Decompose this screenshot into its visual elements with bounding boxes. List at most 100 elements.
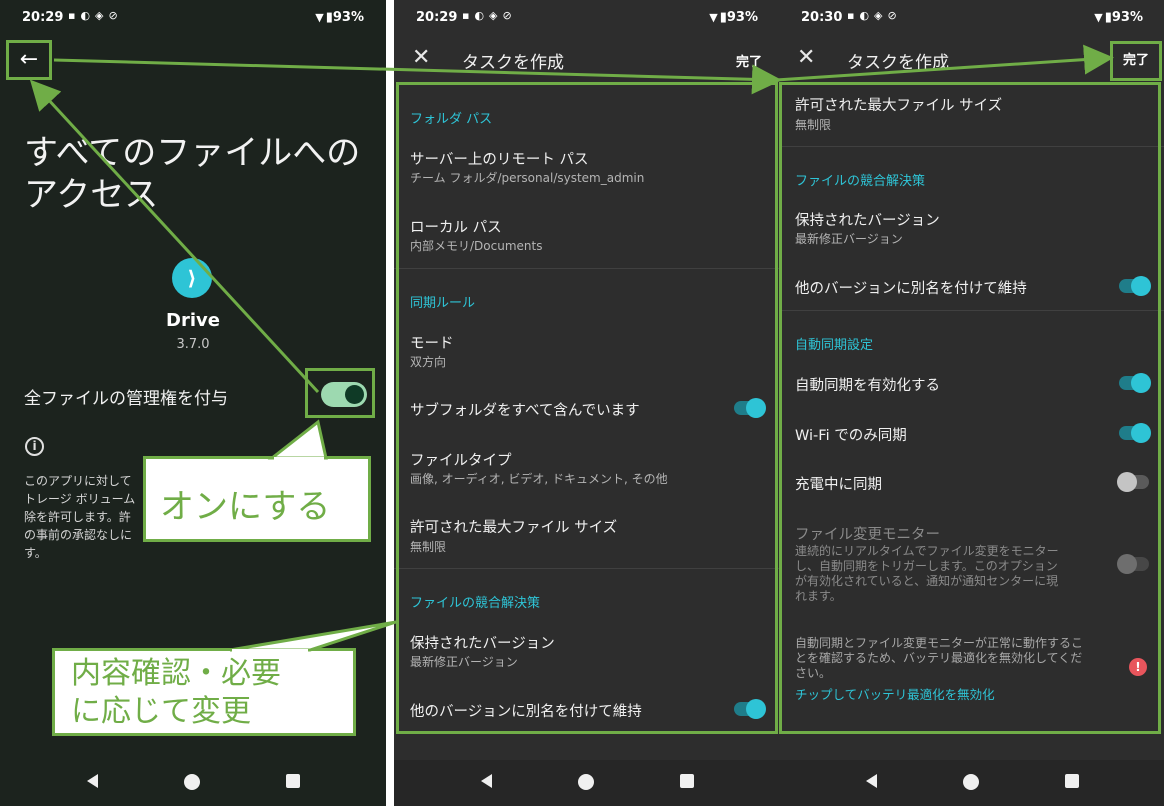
- status-right: ▼ ▮93%: [709, 10, 758, 25]
- status-right: ▼ ▮93%: [315, 10, 364, 25]
- max-size-title[interactable]: 許可された最大ファイル サイズ: [795, 94, 1002, 115]
- notification-icons: ▪◐◈⊘: [462, 9, 517, 22]
- wifi-icon: ▼: [1094, 11, 1103, 24]
- remote-path-value: チーム フォルダ/personal/system_admin: [410, 171, 645, 185]
- callout-check-line: に応じて変更: [71, 694, 251, 729]
- app-name: Drive: [166, 310, 220, 331]
- page-title: タスクを作成: [462, 53, 564, 73]
- max-size-title[interactable]: 許可された最大ファイル サイズ: [410, 516, 617, 537]
- file-type-value: 画像, オーディオ, ビデオ, ドキュメント, その他: [410, 472, 668, 486]
- monitor-desc-line: 連続的にリアルタイムでファイル変更をモニター: [795, 544, 1059, 558]
- mode-value: 双方向: [410, 355, 447, 369]
- description-line: トレージ ボリューム: [24, 492, 136, 506]
- monitor-desc-line: れます。: [795, 589, 842, 603]
- wifi-icon: ▼: [709, 11, 718, 24]
- section-conflict: ファイルの競合解決策: [795, 174, 926, 189]
- kept-version-title[interactable]: 保持されたバージョン: [410, 632, 555, 653]
- battery-note-line: さい。: [795, 666, 832, 680]
- grant-access-toggle[interactable]: [321, 382, 367, 407]
- description-line: す。: [24, 546, 47, 560]
- nav-home-icon[interactable]: [578, 774, 594, 790]
- status-bar: 20:30 ▪◐◈⊘ ▼ ▮93%: [779, 0, 1164, 34]
- section-auto-sync: 自動同期設定: [795, 338, 874, 353]
- remote-path-title[interactable]: サーバー上のリモート パス: [410, 148, 588, 169]
- auto-sync-title: 自動同期を有効化する: [795, 378, 940, 394]
- status-time: 20:29: [416, 10, 458, 25]
- auto-sync-toggle[interactable]: [1119, 373, 1151, 393]
- max-size-value: 無制限: [795, 118, 832, 132]
- file-monitor-description: 連続的にリアルタイムでファイル変更をモニター し、自動同期をトリガーします。この…: [795, 544, 1059, 604]
- section-folder-path: フォルダ パス: [410, 112, 493, 127]
- callout-check-and-edit: 内容確認・必要 に応じて変更: [52, 648, 356, 736]
- nav-back-icon[interactable]: [481, 774, 492, 788]
- app-bar: ✕ タスクを作成 完了: [779, 38, 1164, 82]
- nav-recents-icon[interactable]: [680, 774, 694, 788]
- subfolder-title: サブフォルダをすべて含んでいます: [410, 403, 640, 419]
- max-size-value: 無制限: [410, 540, 447, 554]
- toggle-highlight: [305, 368, 375, 418]
- description-line: の事前の承認なしに: [24, 528, 133, 542]
- done-button[interactable]: 完了: [1110, 41, 1162, 81]
- divider: [394, 568, 780, 569]
- kept-version-title[interactable]: 保持されたバージョン: [795, 209, 940, 230]
- battery-note-line: 自動同期とファイル変更モニターが正常に動作するこ: [795, 636, 1084, 650]
- status-right: ▼ ▮93%: [1094, 10, 1143, 25]
- back-button[interactable]: ←: [6, 40, 52, 80]
- page-title: タスクを作成: [847, 53, 949, 73]
- battery-icon: ▮: [719, 10, 727, 25]
- rename-toggle[interactable]: [1119, 276, 1151, 296]
- nav-home-icon[interactable]: [963, 774, 979, 790]
- divider: [779, 310, 1164, 311]
- divider: [779, 146, 1164, 147]
- rename-toggle[interactable]: [734, 699, 766, 719]
- notification-icons: ▪◐◈⊘: [68, 9, 123, 22]
- local-path-value: 内部メモリ/Documents: [410, 239, 543, 253]
- permission-description: このアプリに対して トレージ ボリューム 除を許可します。許 の事前の承認なしに…: [24, 472, 154, 562]
- battery-level: 93%: [726, 10, 758, 25]
- battery-level: 93%: [332, 10, 364, 25]
- file-type-title[interactable]: ファイルタイプ: [410, 449, 512, 470]
- charging-toggle[interactable]: [1117, 472, 1149, 492]
- close-icon[interactable]: ✕: [412, 45, 430, 70]
- nav-back-icon[interactable]: [866, 774, 877, 788]
- create-task-screen: 20:29 ▪◐◈⊘ ▼ ▮93% ✕ タスクを作成 完了 フォルダ パス サーバ…: [394, 0, 780, 806]
- system-nav-bar: [0, 760, 386, 806]
- create-task-screen-scrolled: 20:30 ▪◐◈⊘ ▼ ▮93% ✕ タスクを作成 完了 許可された最大ファイル…: [779, 0, 1164, 806]
- nav-recents-icon[interactable]: [286, 774, 300, 788]
- callout-check-line: 内容確認・必要: [71, 656, 281, 691]
- battery-icon: ▮: [1104, 10, 1112, 25]
- file-monitor-title: ファイル変更モニター: [795, 527, 940, 543]
- nav-recents-icon[interactable]: [1065, 774, 1079, 788]
- file-monitor-toggle[interactable]: [1117, 554, 1149, 574]
- status-time: 20:29: [22, 10, 64, 25]
- app-version: 3.7.0: [176, 337, 210, 352]
- wifi-only-toggle[interactable]: [1119, 423, 1151, 443]
- system-nav-bar: [779, 760, 1164, 806]
- local-path-title[interactable]: ローカル パス: [410, 216, 502, 237]
- nav-back-icon[interactable]: [87, 774, 98, 788]
- section-sync-rules: 同期ルール: [410, 296, 476, 311]
- monitor-desc-line: し、自動同期をトリガーします。このオプション: [795, 559, 1058, 573]
- kept-version-value: 最新修正バージョン: [795, 232, 903, 246]
- notification-icons: ▪◐◈⊘: [847, 9, 902, 22]
- nav-home-icon[interactable]: [184, 774, 200, 790]
- monitor-desc-line: が有効化されていると、通知が通知センターに現: [795, 574, 1059, 588]
- callout-turn-on-text: オンにする: [160, 487, 331, 527]
- close-icon[interactable]: ✕: [797, 45, 815, 70]
- wifi-only-title: Wi-Fi でのみ同期: [795, 428, 907, 444]
- battery-note-line: とを確認するため、バッテリ最適化を無効化してくだ: [795, 651, 1083, 665]
- status-time: 20:30: [801, 10, 843, 25]
- disable-battery-optimization-link[interactable]: チップしてバッテリ最適化を無効化: [795, 684, 995, 703]
- description-line: このアプリに対して: [24, 474, 132, 488]
- battery-note: 自動同期とファイル変更モニターが正常に動作するこ とを確認するため、バッテリ最適…: [795, 636, 1083, 681]
- wifi-icon: ▼: [315, 11, 324, 24]
- mode-title[interactable]: モード: [410, 332, 454, 353]
- subfolder-toggle[interactable]: [734, 398, 766, 418]
- divider: [394, 268, 780, 269]
- callout-turn-on: オンにする: [143, 456, 371, 542]
- done-button[interactable]: 完了: [736, 51, 762, 70]
- kept-version-value: 最新修正バージョン: [410, 655, 518, 669]
- system-nav-bar: [394, 760, 780, 806]
- rename-title: 他のバージョンに別名を付けて維持: [795, 281, 1027, 297]
- status-bar: 20:29 ▪◐◈⊘ ▼ ▮93%: [394, 0, 780, 34]
